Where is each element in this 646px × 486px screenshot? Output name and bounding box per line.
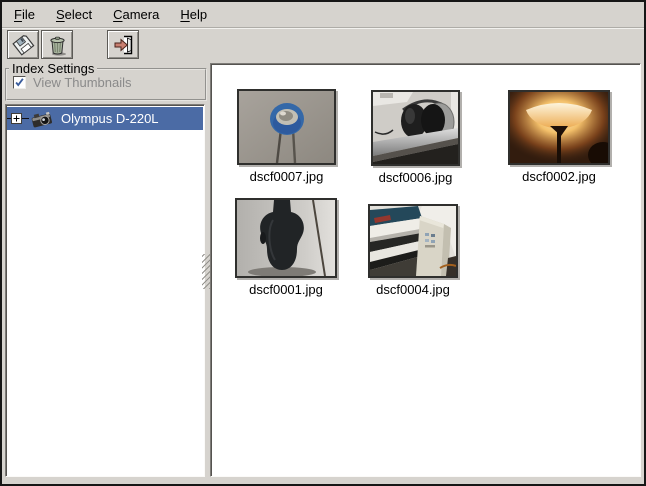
thumbnail-filename: dscf0007.jpg — [237, 169, 336, 184]
thumbnail-panel: dscf0007.jpg dscf0006.jpg — [210, 63, 641, 477]
camera-tree: Olympus D-220L — [5, 104, 205, 477]
view-thumbnails-label: View Thumbnails — [33, 75, 132, 90]
menu-help[interactable]: Help — [177, 5, 210, 24]
thumbnail-filename: dscf0001.jpg — [235, 282, 337, 297]
index-settings-frame: Index Settings View Thumbnails — [5, 68, 207, 101]
thumbnail-image-dscf0004[interactable] — [368, 204, 458, 278]
gtkam-window: File Select Camera Help — [0, 0, 646, 486]
thumbnail-image-dscf0006[interactable] — [371, 90, 460, 166]
save-button[interactable] — [7, 30, 39, 59]
exit-button[interactable] — [107, 30, 139, 59]
trash-icon — [45, 33, 69, 57]
thumbnail-cell: dscf0007.jpg — [237, 89, 336, 184]
thumbnail-filename: dscf0002.jpg — [508, 169, 610, 184]
tree-row-olympus[interactable]: Olympus D-220L — [7, 107, 203, 130]
thumbnail-cell: dscf0002.jpg — [508, 90, 610, 184]
pane-splitter-grip[interactable] — [202, 254, 210, 289]
camera-icon — [30, 110, 54, 128]
menu-file[interactable]: File — [11, 5, 38, 24]
tree-item-label: Olympus D-220L — [61, 111, 159, 126]
thumbnail-cell: dscf0004.jpg — [368, 204, 458, 297]
menu-camera[interactable]: Camera — [110, 5, 162, 24]
save-floppy-icon — [11, 33, 35, 57]
view-thumbnails-checkbox[interactable] — [13, 76, 26, 89]
frame-title: Index Settings — [9, 61, 97, 76]
checkmark-icon — [14, 77, 25, 88]
thumbnail-cell: dscf0001.jpg — [235, 198, 337, 297]
menubar: File Select Camera Help — [2, 2, 644, 28]
thumbnail-image-dscf0001[interactable] — [235, 198, 337, 278]
thumbnail-cell: dscf0006.jpg — [371, 90, 460, 185]
delete-button[interactable] — [41, 30, 73, 59]
thumbnail-filename: dscf0004.jpg — [368, 282, 458, 297]
exit-door-icon — [111, 33, 135, 57]
thumbnail-image-dscf0002[interactable] — [508, 90, 610, 165]
thumbnail-image-dscf0007[interactable] — [237, 89, 336, 165]
plus-box-icon[interactable] — [11, 113, 22, 124]
menu-select[interactable]: Select — [53, 5, 95, 24]
thumbnail-filename: dscf0006.jpg — [371, 170, 460, 185]
